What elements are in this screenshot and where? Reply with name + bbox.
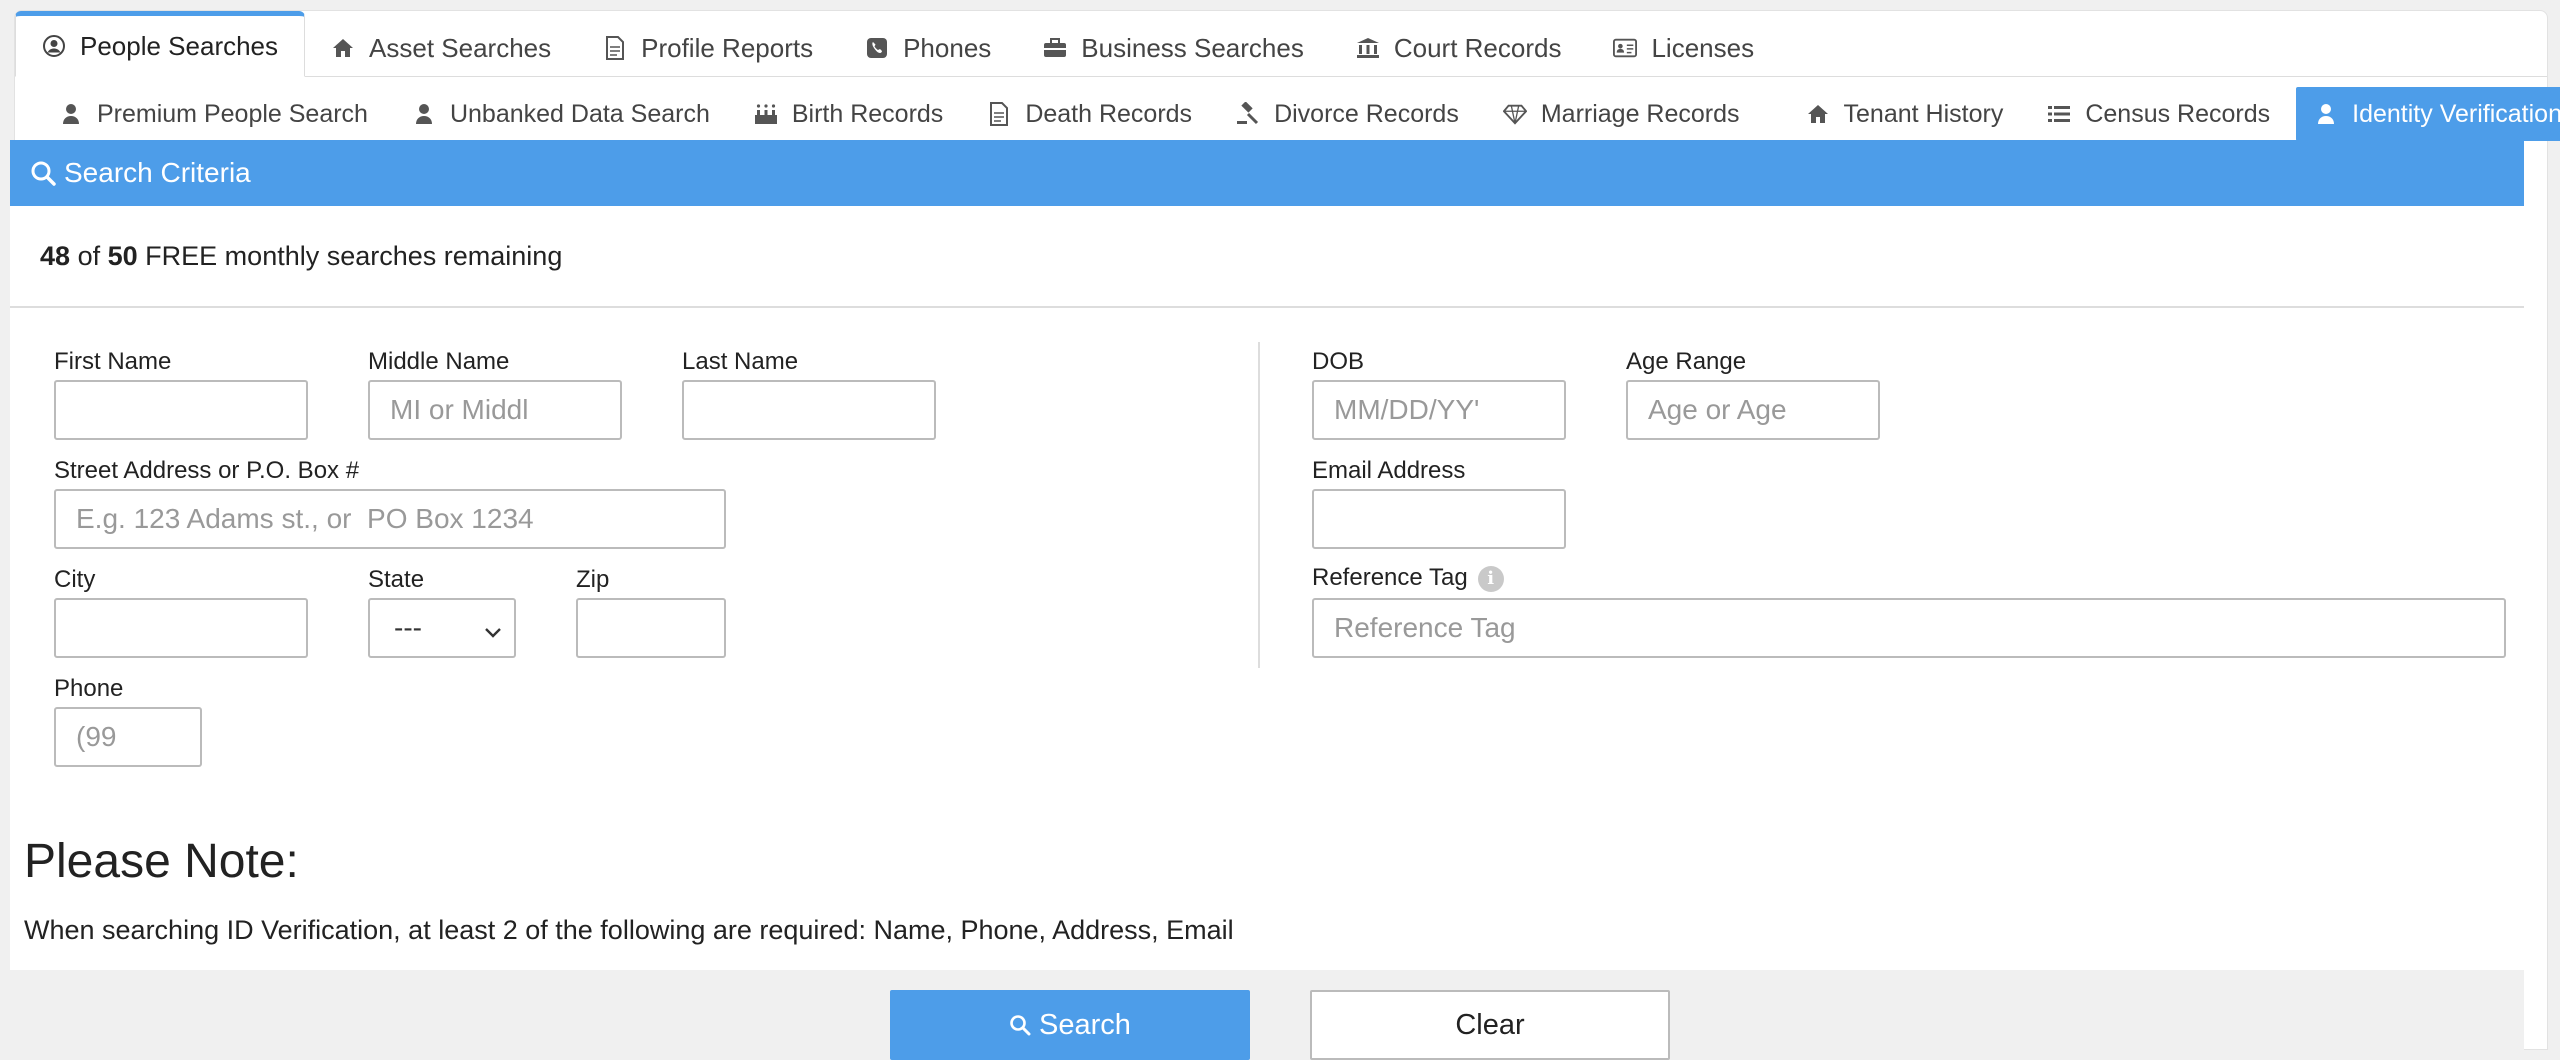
user-icon (2314, 102, 2338, 126)
zip-label: Zip (576, 566, 610, 593)
state-label: State (368, 566, 425, 593)
footer-bar (10, 970, 2524, 1050)
first-name-label: First Name (54, 348, 172, 375)
form-column-divider (1258, 342, 1260, 668)
panel-title: Search Criteria (64, 157, 251, 188)
subtab-label: Death Records (1025, 99, 1193, 128)
tab-court-records[interactable]: Court Records (1330, 20, 1588, 76)
subtab-premium-people-search[interactable]: Premium People Search (41, 87, 394, 141)
city-label: City (54, 566, 96, 593)
reference-tag-input[interactable] (1312, 598, 2506, 658)
subtab-label: Census Records (2085, 99, 2271, 128)
middle-name-label: Middle Name (368, 348, 510, 375)
city-input[interactable] (54, 598, 308, 658)
subtab-census-records[interactable]: Census Records (2029, 87, 2296, 141)
subtab-unbanked-data-search[interactable]: Unbanked Data Search (394, 87, 736, 141)
subtab-death-records[interactable]: Death Records (969, 87, 1218, 141)
chevron-down-icon (482, 618, 504, 640)
clear-button-label: Clear (1455, 1008, 1525, 1041)
document-icon (987, 102, 1011, 126)
subtab-label: Unbanked Data Search (449, 99, 710, 128)
tab-phones[interactable]: Phones (839, 20, 1017, 76)
tab-label: Profile Reports (641, 32, 814, 63)
first-name-input[interactable] (54, 380, 308, 440)
street-address-input[interactable] (54, 489, 726, 549)
courthouse-icon (1356, 36, 1380, 60)
document-icon (603, 36, 627, 60)
age-range-input[interactable] (1626, 380, 1880, 440)
birthday-cake-icon (754, 102, 778, 126)
remaining-suffix: FREE monthly searches remaining (145, 240, 563, 271)
note-text: When searching ID Verification, at least… (24, 915, 1234, 945)
search-icon (30, 160, 56, 186)
list-icon (2047, 102, 2071, 126)
remaining-of: of (77, 240, 101, 271)
email-input[interactable] (1312, 489, 1566, 549)
search-icon (1009, 1014, 1031, 1036)
subtab-tenant-history[interactable]: Tenant History (1766, 87, 2030, 141)
state-select-value: --- (394, 612, 422, 643)
diamond-icon (1502, 102, 1527, 126)
subtab-label: Birth Records (791, 99, 944, 128)
searches-remaining: 48 of 50 FREE monthly searches remaining (10, 206, 2524, 308)
main-tab-bar: People Searches Asset Searches Profile R… (15, 11, 2547, 77)
subtab-label: Premium People Search (97, 99, 368, 128)
gavel-icon (1236, 102, 1260, 126)
email-label: Email Address (1312, 457, 1466, 484)
reference-tag-label-wrap: Reference Tag i (1312, 564, 1504, 592)
user-icon (412, 102, 436, 126)
search-panel: Search Criteria 48 of 50 FREE monthly se… (10, 140, 2524, 970)
remaining-total: 50 (107, 240, 138, 271)
tab-label: People Searches (80, 30, 279, 61)
home-icon (1806, 102, 1830, 126)
note-title: Please Note: (24, 835, 299, 888)
subtab-label: Marriage Records (1540, 99, 1740, 128)
tab-asset-searches[interactable]: Asset Searches (305, 20, 577, 76)
phone-icon (865, 36, 889, 60)
last-name-input[interactable] (682, 380, 936, 440)
tab-label: Asset Searches (369, 32, 552, 63)
user-icon (59, 102, 83, 126)
tab-licenses[interactable]: Licenses (1587, 20, 1780, 76)
dob-label: DOB (1312, 348, 1365, 375)
home-icon (331, 36, 355, 60)
tab-profile-reports[interactable]: Profile Reports (577, 20, 839, 76)
middle-name-input[interactable] (368, 380, 622, 440)
phone-input[interactable] (54, 707, 202, 767)
info-icon[interactable]: i (1477, 565, 1504, 592)
user-circle-icon (42, 34, 66, 58)
tab-label: Licenses (1651, 32, 1755, 63)
id-card-icon (1613, 36, 1638, 60)
subtab-divorce-records[interactable]: Divorce Records (1218, 87, 1485, 141)
briefcase-icon (1043, 36, 1067, 60)
reference-tag-label: Reference Tag (1312, 564, 1468, 591)
subtab-birth-records[interactable]: Birth Records (736, 87, 969, 141)
remaining-used: 48 (40, 240, 71, 271)
phone-label: Phone (54, 675, 124, 702)
panel-header: Search Criteria (10, 140, 2524, 206)
subtab-marriage-records[interactable]: Marriage Records (1485, 87, 1766, 141)
tab-label: Phones (903, 32, 992, 63)
tab-people-searches[interactable]: People Searches (15, 11, 306, 77)
street-address-label: Street Address or P.O. Box # (54, 457, 360, 484)
state-select[interactable]: --- (368, 598, 516, 658)
subtab-label: Divorce Records (1274, 99, 1459, 128)
tab-label: Court Records (1393, 32, 1562, 63)
subtab-label: Tenant History (1843, 99, 2004, 128)
zip-input[interactable] (576, 598, 726, 658)
subtab-label: Identity Verification (2352, 99, 2560, 128)
last-name-label: Last Name (682, 348, 799, 375)
tab-label: Business Searches (1081, 32, 1304, 63)
search-button-label: Search (1039, 1008, 1131, 1041)
subtab-identity-verification[interactable]: Identity Verification (2296, 87, 2560, 141)
tab-business-searches[interactable]: Business Searches (1017, 20, 1330, 76)
dob-input[interactable] (1312, 380, 1566, 440)
age-range-label: Age Range (1626, 348, 1747, 375)
